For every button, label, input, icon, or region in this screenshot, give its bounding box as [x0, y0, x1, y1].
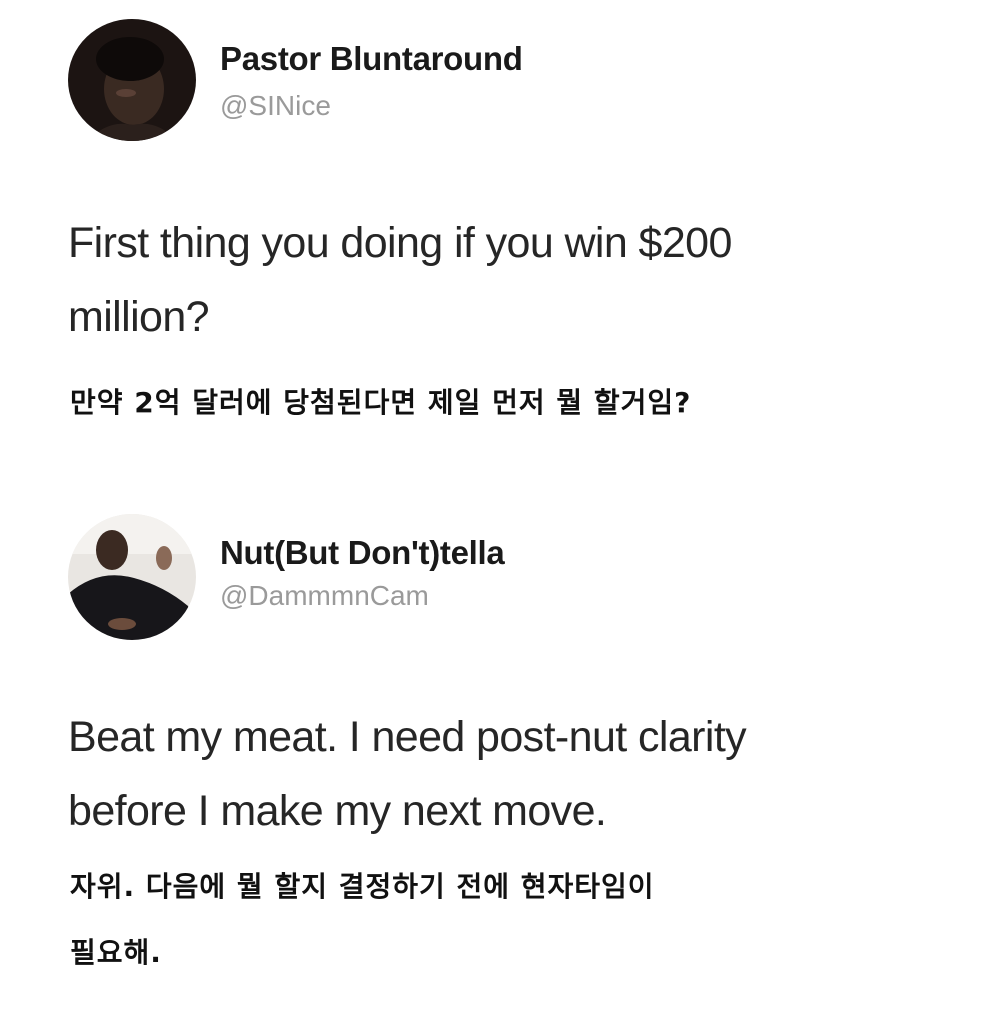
translation-line: 자위. 다음에 뭘 할지 결정하기 전에 현자타임이: [70, 870, 655, 903]
tweet-2: Nut(But Don't)tella @DammmnCam Beat my m…: [0, 500, 1004, 1020]
display-name[interactable]: Nut(But Don't)tella: [220, 534, 505, 572]
translation-text: 만약 2억 달러에 당첨된다면 제일 먼저 뭘 할거임?: [70, 370, 691, 436]
avatar[interactable]: [68, 514, 196, 640]
display-name[interactable]: Pastor Bluntaround: [220, 40, 523, 78]
tweet-text-line: before I make my next move.: [68, 787, 607, 835]
translation-line: 만약 2억 달러에 당첨된다면 제일 먼저 뭘 할거임?: [70, 386, 692, 419]
tweet-text-line: Beat my meat. I need post-nut clarity: [68, 713, 747, 761]
translation-line: 필요해.: [70, 936, 162, 969]
avatar[interactable]: [68, 19, 196, 141]
avatar-photo-icon: [68, 19, 196, 141]
tweet-text: First thing you doing if you win $200 mi…: [68, 206, 732, 354]
handle[interactable]: @DammmnCam: [220, 580, 429, 612]
tweet-text-line: First thing you doing if you win $200: [68, 219, 732, 267]
avatar-photo-icon: [68, 514, 196, 640]
tweet-text-line: million?: [68, 293, 210, 341]
translation-text: 자위. 다음에 뭘 할지 결정하기 전에 현자타임이 필요해.: [70, 854, 655, 986]
tweet-text: Beat my meat. I need post-nut clarity be…: [68, 700, 747, 848]
tweet-1: Pastor Bluntaround @SINice First thing y…: [0, 0, 1004, 470]
handle[interactable]: @SINice: [220, 90, 331, 122]
